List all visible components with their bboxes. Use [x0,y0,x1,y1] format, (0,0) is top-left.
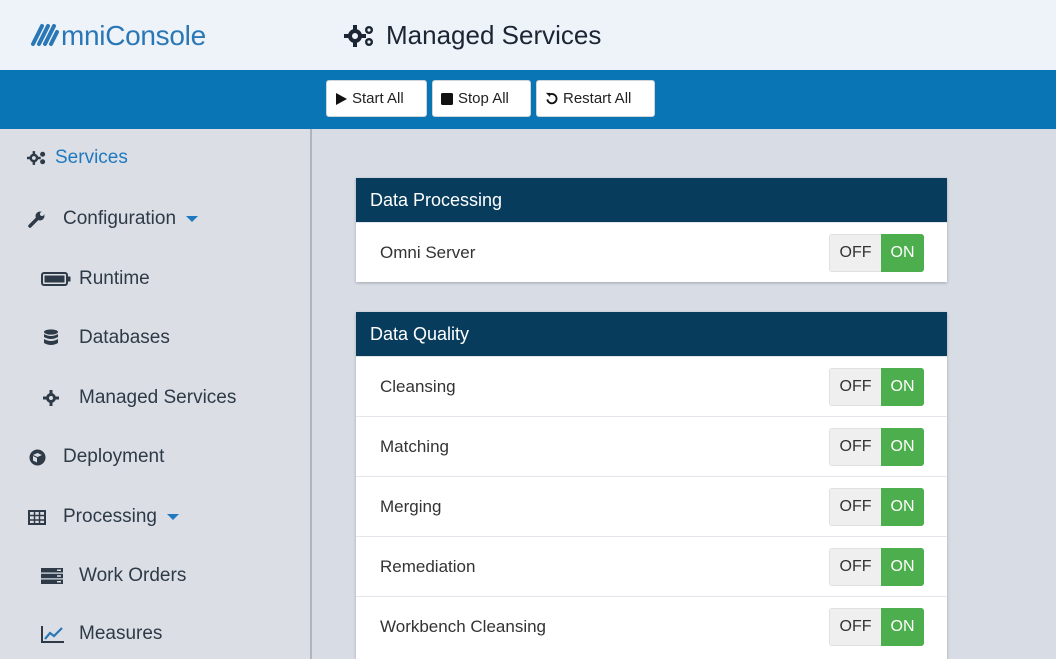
sidebar-item-runtime[interactable]: Runtime [41,268,150,290]
panel-data-quality: Data Quality Cleansing OFF ON Matching O… [356,312,947,659]
toggle-off[interactable]: OFF [829,547,881,586]
sidebar-item-deployment[interactable]: Deployment [27,446,164,468]
service-name: Omni Server [380,242,476,262]
service-name: Cleansing [380,376,456,396]
omni-logo-icon [31,24,59,46]
sidebar-item-label: Services [55,147,128,168]
sidebar-item-label: Deployment [63,446,165,467]
sidebar-item-services[interactable]: Services [27,147,128,169]
undo-icon [545,92,558,105]
top-header: mniConsole Managed Services [0,0,1056,70]
service-toggle[interactable]: OFF ON [829,233,924,272]
brand-name: mniConsole [61,20,206,51]
toggle-on[interactable]: ON [881,427,924,466]
service-name: Matching [380,436,449,456]
page-title-text: Managed Services [386,20,602,50]
sidebar-item-label: Configuration [63,208,177,229]
service-toggle[interactable]: OFF ON [829,427,924,466]
action-bar: Start All Stop All Restart All [0,70,1056,129]
sidebar-item-label: Processing [63,506,157,527]
battery-icon [41,269,71,289]
database-icon [41,328,61,348]
start-all-button[interactable]: Start All [326,80,427,117]
toggle-on[interactable]: ON [881,233,924,272]
toggle-off[interactable]: OFF [829,427,881,466]
sidebar-item-label: Databases [79,327,170,348]
chevron-down-icon [167,514,179,520]
service-row-merging: Merging OFF ON [356,476,947,536]
toggle-on[interactable]: ON [881,367,924,406]
panel-data-processing: Data Processing Omni Server OFF ON [356,178,947,282]
service-row-cleansing: Cleansing OFF ON [356,356,947,416]
service-row-workbench-cleansing: Workbench Cleansing OFF ON [356,596,947,656]
sidebar-item-processing[interactable]: Processing [27,506,179,528]
stop-all-button[interactable]: Stop All [432,80,531,117]
service-toggle[interactable]: OFF ON [829,367,924,406]
service-name: Workbench Cleansing [380,616,546,636]
page-title: Managed Services [344,20,601,51]
service-row-omni-server: Omni Server OFF ON [356,222,947,282]
panel-header: Data Quality [356,312,947,356]
sidebar: Services Configuration Runtime Databases… [0,129,312,659]
stop-all-label: Stop All [458,90,509,107]
chevron-down-icon [186,216,199,222]
brand-logo[interactable]: mniConsole [28,16,206,56]
service-name: Remediation [380,556,476,576]
restart-all-button[interactable]: Restart All [536,80,655,117]
cogs-icon [344,24,373,47]
play-icon [336,92,347,105]
toggle-off[interactable]: OFF [829,233,881,272]
sidebar-item-measures[interactable]: Measures [41,623,162,645]
toggle-on[interactable]: ON [881,547,924,586]
panel-header: Data Processing [356,178,947,222]
sidebar-item-label: Measures [79,623,163,644]
service-name: Merging [380,496,442,516]
table-icon [27,507,47,527]
sidebar-item-managed-services[interactable]: Managed Services [41,387,236,409]
service-row-matching: Matching OFF ON [356,416,947,476]
start-all-label: Start All [352,90,404,107]
stop-icon [441,92,453,105]
wrench-icon [27,209,47,229]
sidebar-item-label: Work Orders [79,565,187,586]
sidebar-item-label: Runtime [79,268,150,289]
sidebar-item-databases[interactable]: Databases [41,327,170,349]
sidebar-item-configuration[interactable]: Configuration [27,208,199,230]
service-toggle[interactable]: OFF ON [829,607,924,646]
restart-all-label: Restart All [563,90,632,107]
toggle-on[interactable]: ON [881,487,924,526]
cogs-icon [27,148,47,168]
toggle-off[interactable]: OFF [829,367,881,406]
toggle-on[interactable]: ON [881,607,924,646]
toggle-off[interactable]: OFF [829,487,881,526]
service-toggle[interactable]: OFF ON [829,487,924,526]
sidebar-item-work-orders[interactable]: Work Orders [41,565,186,587]
server-icon [41,566,63,586]
service-row-remediation: Remediation OFF ON [356,536,947,596]
line-chart-icon [41,624,65,644]
sidebar-item-label: Managed Services [79,387,237,408]
gear-icon [41,388,61,408]
toggle-off[interactable]: OFF [829,607,881,646]
cube-icon [27,447,47,467]
service-toggle[interactable]: OFF ON [829,547,924,586]
